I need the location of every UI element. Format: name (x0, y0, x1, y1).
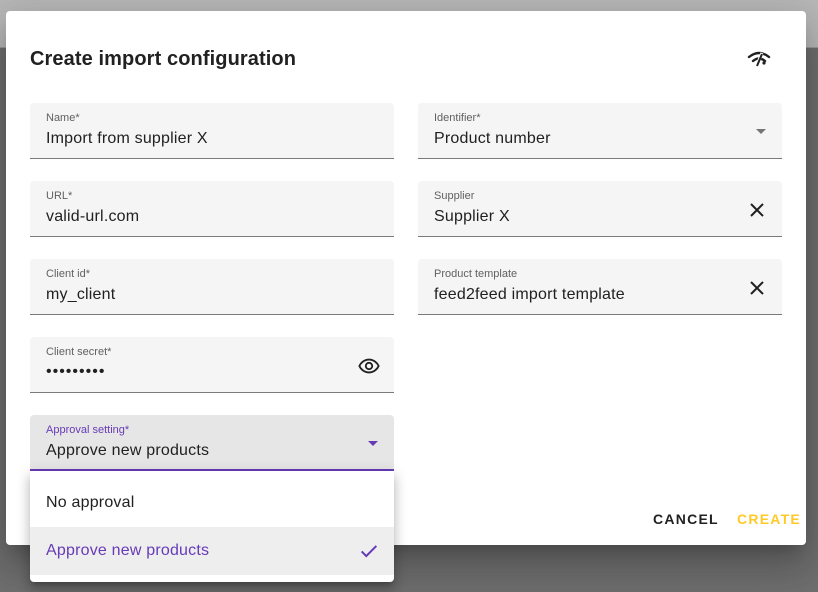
client-id-label: Client id* (46, 268, 91, 280)
product-template-value[interactable]: feed2feed import template (434, 286, 625, 304)
option-label: Approve new products (46, 542, 210, 559)
approval-setting-value[interactable]: Approve new products (46, 442, 209, 460)
check-icon (358, 540, 380, 562)
dropdown-arrow-icon[interactable] (756, 129, 766, 134)
clear-template-icon[interactable] (746, 277, 768, 299)
option-approve-new-products[interactable]: Approve new products (30, 527, 394, 575)
client-secret-label: Client secret* (46, 346, 112, 358)
client-id-value[interactable]: my_client (46, 286, 115, 304)
product-template-label: Product template (434, 268, 518, 280)
supplier-value[interactable]: Supplier X (434, 208, 510, 226)
url-field[interactable]: URL* valid-url.com (30, 181, 394, 237)
option-no-approval[interactable]: No approval (30, 479, 394, 527)
dropdown-arrow-icon[interactable] (368, 441, 378, 446)
clear-supplier-icon[interactable] (746, 199, 768, 221)
client-id-field[interactable]: Client id* my_client (30, 259, 394, 315)
name-label: Name* (46, 112, 80, 124)
identifier-label: Identifier* (434, 112, 481, 124)
approval-setting-label: Approval setting* (46, 424, 130, 436)
client-secret-field[interactable]: Client secret* ••••••••• (30, 337, 394, 393)
identifier-value[interactable]: Product number (434, 130, 551, 148)
approval-setting-dropdown: No approval Approve new products (30, 471, 394, 582)
option-label: No approval (46, 494, 135, 511)
product-template-field[interactable]: Product template feed2feed import templa… (418, 259, 782, 315)
signal-off-icon[interactable] (746, 49, 772, 69)
supplier-label: Supplier (434, 190, 475, 202)
approval-setting-select[interactable]: Approval setting* Approve new products (30, 415, 394, 471)
cancel-button[interactable]: CANCEL (653, 511, 719, 527)
eye-icon[interactable] (358, 355, 380, 377)
dialog-title: Create import configuration (30, 48, 297, 70)
create-button[interactable]: CREATE (737, 511, 801, 527)
supplier-field[interactable]: Supplier Supplier X (418, 181, 782, 237)
name-value[interactable]: Import from supplier X (46, 130, 208, 148)
url-label: URL* (46, 190, 73, 202)
url-value[interactable]: valid-url.com (46, 208, 139, 226)
name-field[interactable]: Name* Import from supplier X (30, 103, 394, 159)
client-secret-value[interactable]: ••••••••• (46, 363, 105, 381)
identifier-select[interactable]: Identifier* Product number (418, 103, 782, 159)
